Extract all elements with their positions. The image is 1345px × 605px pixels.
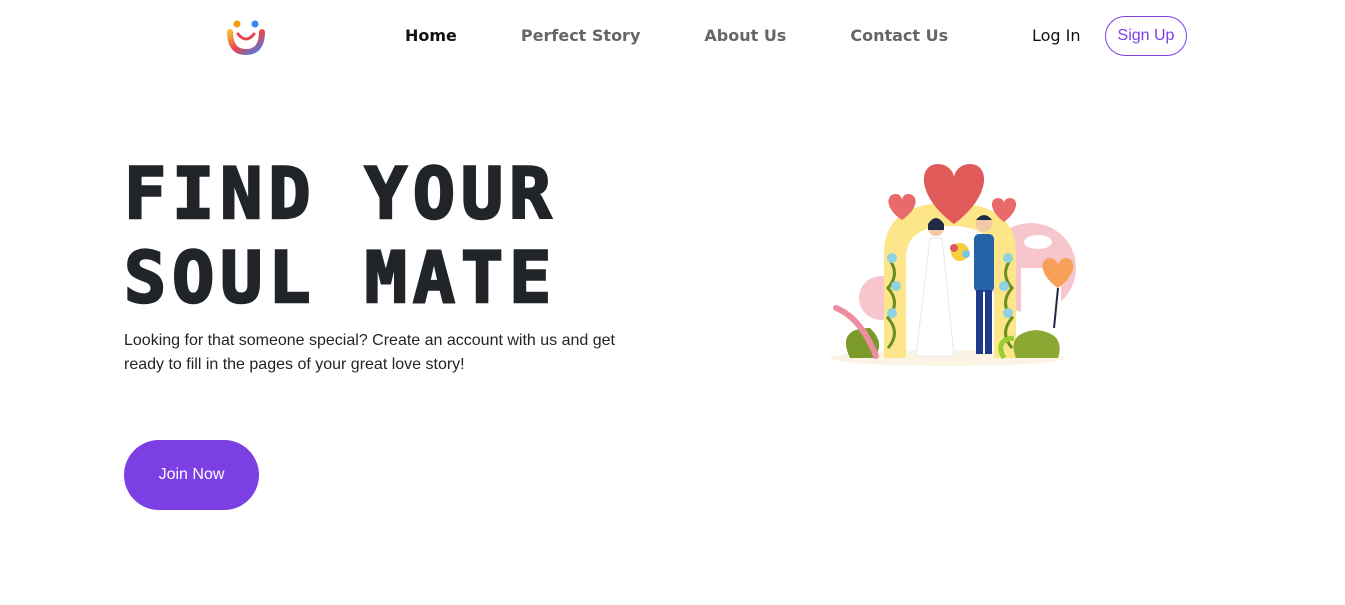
- hero-title: FIND YOUR SOUL MATE: [123, 152, 684, 321]
- hero-description: Looking for that someone special? Create…: [124, 332, 615, 373]
- hero-title-line2: SOUL MATE: [123, 236, 558, 321]
- logo-icon[interactable]: [226, 18, 266, 56]
- hero-title-line1: FIND YOUR: [123, 152, 558, 237]
- nav-links: Home Perfect Story About Us Contact Us: [405, 26, 1012, 46]
- join-now-button[interactable]: Join Now: [124, 440, 259, 510]
- nav-link-contact-us[interactable]: Contact Us: [850, 26, 948, 46]
- nav-link-about-us[interactable]: About Us: [704, 26, 786, 46]
- signup-button[interactable]: Sign Up: [1105, 16, 1187, 56]
- navbar: Home Perfect Story About Us Contact Us L…: [0, 0, 1345, 72]
- nav-link-home[interactable]: Home: [405, 26, 457, 46]
- wedding-illustration: [826, 158, 1086, 370]
- nav-link-perfect-story[interactable]: Perfect Story: [521, 26, 640, 46]
- login-link[interactable]: Log In: [1032, 26, 1081, 46]
